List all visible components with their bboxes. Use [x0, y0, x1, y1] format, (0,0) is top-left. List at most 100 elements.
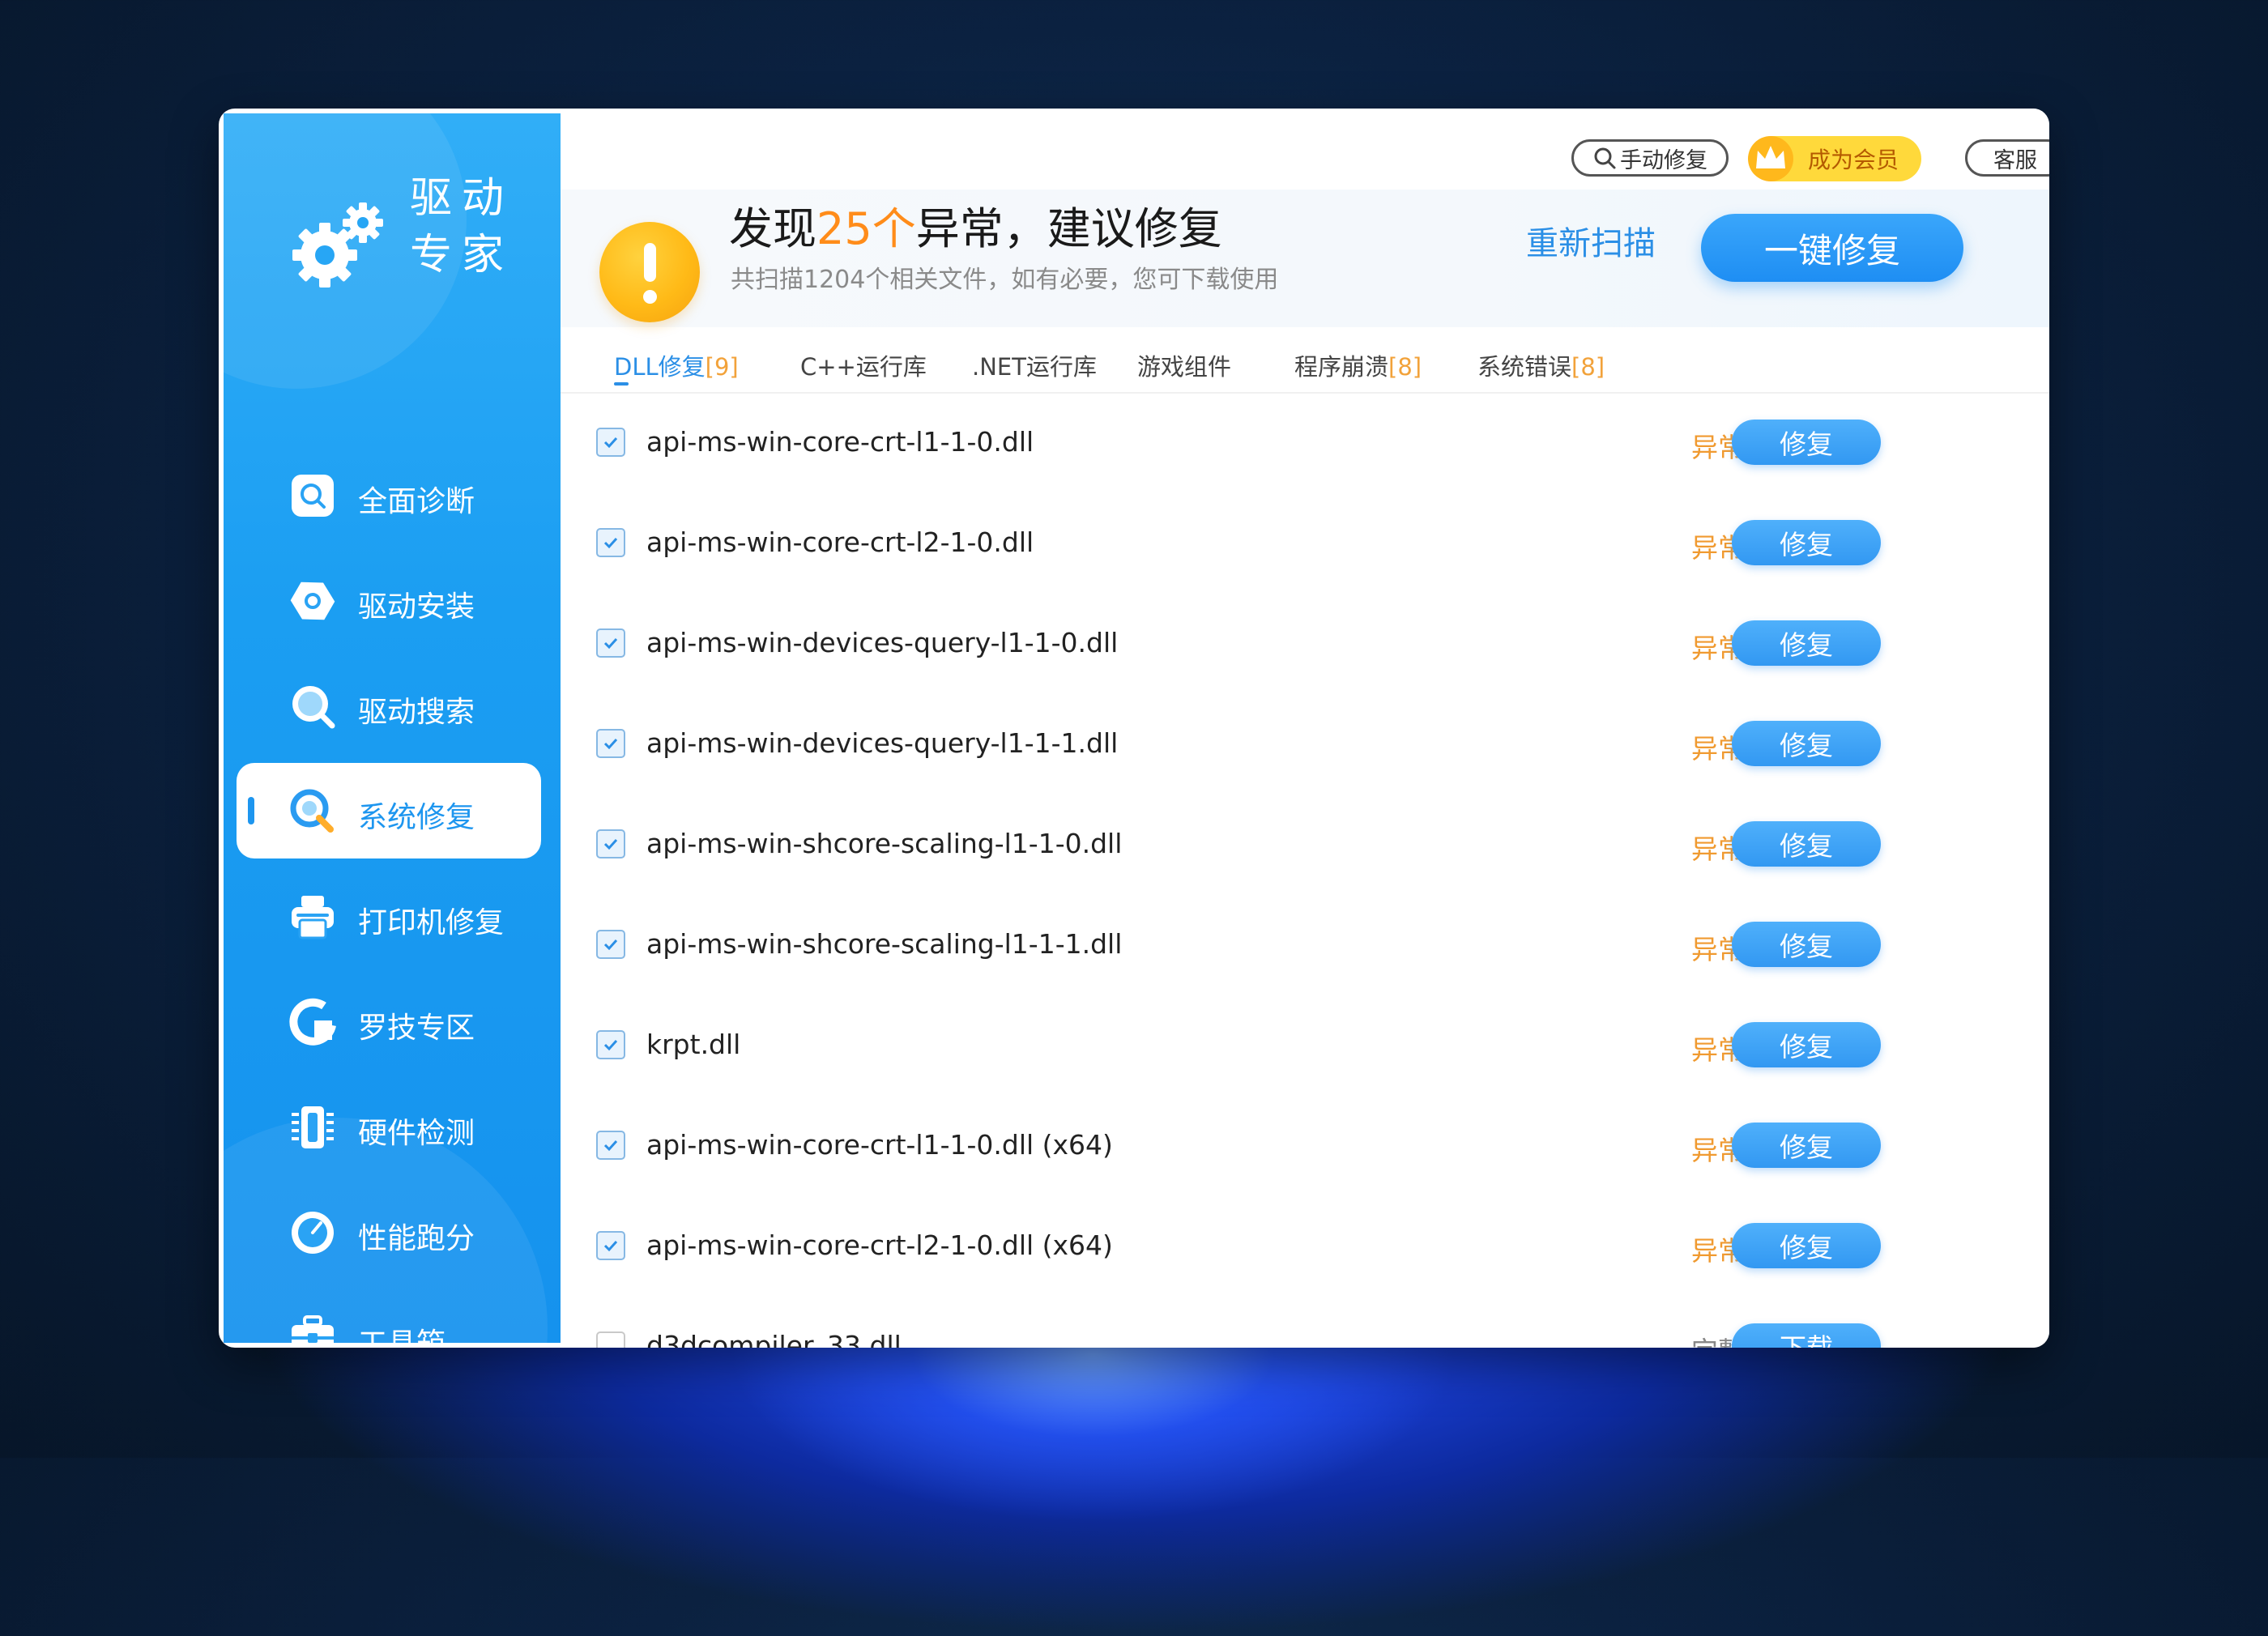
sidebar-item-system-repair[interactable]: 系统修复: [237, 763, 541, 858]
check-icon: [603, 838, 618, 850]
sidebar-item-label: 性能跑分: [358, 1222, 475, 1255]
sidebar-item-hardware-check[interactable]: 硬件检测: [237, 1079, 541, 1174]
file-checkbox[interactable]: [596, 1331, 625, 1348]
repair-button[interactable]: 修复: [1732, 1022, 1881, 1067]
main-panel: 手动修复 成为会员 客服 发现25个异常，建议修复 共扫描1204个相关文件，如…: [561, 109, 2049, 1348]
magnifier-icon: [292, 686, 335, 729]
app-name: 驱动 专家: [410, 170, 514, 283]
sidebar-item-toolbox[interactable]: 工具箱: [237, 1289, 541, 1343]
tab-count: [9]: [705, 353, 739, 381]
file-name: api-ms-win-core-crt-l1-1-0.dll (x64): [646, 1129, 1113, 1161]
file-row: api-ms-win-devices-query-l1-1-1.dll 异常 修…: [561, 695, 2049, 795]
active-indicator: [248, 797, 254, 824]
tab-dotnet-runtime[interactable]: .NET运行库: [972, 348, 1097, 382]
download-button[interactable]: 下载: [1732, 1323, 1881, 1348]
search-icon: [292, 475, 334, 517]
sidebar-item-label: 打印机修复: [358, 906, 505, 939]
repair-button[interactable]: 修复: [1732, 520, 1881, 565]
title-prefix: 发现: [729, 203, 816, 254]
file-checkbox[interactable]: [596, 829, 625, 858]
chip-icon: [292, 1106, 334, 1148]
sidebar-item-label: 工具箱: [358, 1320, 446, 1343]
manual-fix-label: 手动修复: [1620, 147, 1707, 173]
scan-summary: 共扫描1204个相关文件，如有必要，您可下载使用: [731, 266, 1279, 294]
become-member-label: 成为会员: [1808, 147, 1899, 173]
repair-button[interactable]: 修复: [1732, 922, 1881, 967]
file-list: api-ms-win-core-crt-l1-1-0.dll 异常 修复 api…: [561, 394, 2049, 1348]
sidebar-item-driver-search[interactable]: 驱动搜索: [237, 658, 541, 753]
repair-button[interactable]: 修复: [1732, 620, 1881, 666]
sidebar-item-full-diagnosis[interactable]: 全面诊断: [237, 447, 541, 543]
become-member-button[interactable]: 成为会员: [1748, 136, 1921, 181]
app-window: 驱动 专家 全面诊断 驱动安装 驱动搜索 系统修复 打印机修复 罗技专区 硬件检…: [219, 109, 2049, 1348]
tab-label: 程序崩溃: [1294, 353, 1389, 381]
customer-service-label: 客服: [1993, 147, 2037, 173]
tab-dll-repair[interactable]: DLL修复[9]: [614, 348, 739, 382]
warning-icon-bar: [644, 243, 656, 282]
sidebar-item-printer-repair[interactable]: 打印机修复: [237, 868, 541, 964]
sidebar-item-label: 驱动安装: [358, 590, 475, 624]
check-icon: [603, 738, 618, 750]
active-tab-indicator: [614, 382, 629, 386]
check-icon: [603, 1039, 618, 1051]
tab-count: [8]: [1388, 353, 1422, 381]
file-row: api-ms-win-devices-query-l1-1-0.dll 异常 修…: [561, 594, 2049, 695]
sidebar: 驱动 专家 全面诊断 驱动安装 驱动搜索 系统修复 打印机修复 罗技专区 硬件检…: [224, 113, 561, 1343]
repair-button[interactable]: 修复: [1732, 1223, 1881, 1268]
file-name: krpt.dll: [646, 1029, 741, 1060]
sidebar-item-label: 硬件检测: [358, 1117, 475, 1150]
tab-label: .NET运行库: [972, 353, 1097, 381]
sidebar-item-driver-install[interactable]: 驱动安装: [237, 552, 541, 648]
tab-cpp-runtime[interactable]: C++运行库: [800, 348, 927, 382]
file-checkbox[interactable]: [596, 428, 625, 457]
customer-service-button[interactable]: 客服: [1965, 139, 2049, 177]
check-icon: [603, 939, 618, 951]
sidebar-item-label: 罗技专区: [358, 1012, 475, 1045]
file-checkbox[interactable]: [596, 1131, 625, 1160]
warning-icon-dot: [643, 290, 657, 304]
tab-label: C++运行库: [800, 353, 927, 381]
tab-game-components[interactable]: 游戏组件: [1137, 348, 1231, 382]
file-row: krpt.dll 异常 修复: [561, 996, 2049, 1097]
tab-label: DLL修复: [614, 353, 706, 381]
file-row: api-ms-win-core-crt-l2-1-0.dll 异常 修复: [561, 494, 2049, 594]
check-icon: [603, 1140, 618, 1152]
gears-logo-icon: [292, 202, 383, 288]
file-row: api-ms-win-shcore-scaling-l1-1-0.dll 异常 …: [561, 795, 2049, 896]
tab-count: [8]: [1571, 353, 1605, 381]
sidebar-item-logitech[interactable]: 罗技专区: [237, 974, 541, 1069]
sidebar-item-benchmark[interactable]: 性能跑分: [237, 1184, 541, 1280]
hexagon-icon: [290, 582, 335, 620]
file-checkbox[interactable]: [596, 1030, 625, 1059]
file-name: api-ms-win-core-crt-l1-1-0.dll: [646, 426, 1034, 458]
search-icon: [1594, 147, 1616, 169]
file-name: api-ms-win-shcore-scaling-l1-1-0.dll: [646, 828, 1123, 859]
repair-button[interactable]: 修复: [1732, 821, 1881, 867]
logitech-icon: [289, 998, 336, 1046]
top-bar: 手动修复 成为会员 客服: [561, 109, 2049, 206]
file-checkbox[interactable]: [596, 628, 625, 658]
warning-icon: [599, 222, 700, 322]
file-checkbox[interactable]: [596, 930, 625, 959]
repair-button[interactable]: 修复: [1732, 1123, 1881, 1168]
tab-system-errors[interactable]: 系统错误[8]: [1477, 348, 1605, 382]
check-icon: [603, 437, 618, 449]
title-suffix: 异常，建议修复: [915, 203, 1222, 254]
gauge-icon: [292, 1212, 334, 1254]
file-row: api-ms-win-core-crt-l2-1-0.dll (x64) 异常 …: [561, 1197, 2049, 1297]
printer-icon: [292, 896, 334, 939]
tab-program-crash[interactable]: 程序崩溃[8]: [1294, 348, 1422, 382]
file-name: api-ms-win-devices-query-l1-1-0.dll: [646, 627, 1119, 658]
check-icon: [603, 637, 618, 650]
app-logo: 驱动 专家: [288, 170, 531, 300]
repair-button[interactable]: 修复: [1732, 420, 1881, 465]
file-checkbox[interactable]: [596, 729, 625, 758]
manual-fix-button[interactable]: 手动修复: [1571, 139, 1729, 177]
file-checkbox[interactable]: [596, 1231, 625, 1260]
repair-button[interactable]: 修复: [1732, 721, 1881, 766]
file-row: api-ms-win-core-crt-l1-1-0.dll (x64) 异常 …: [561, 1097, 2049, 1197]
rescan-link[interactable]: 重新扫描: [1526, 217, 1656, 264]
fix-all-button[interactable]: 一键修复: [1701, 214, 1963, 282]
file-checkbox[interactable]: [596, 528, 625, 557]
sidebar-item-label: 全面诊断: [358, 485, 475, 518]
